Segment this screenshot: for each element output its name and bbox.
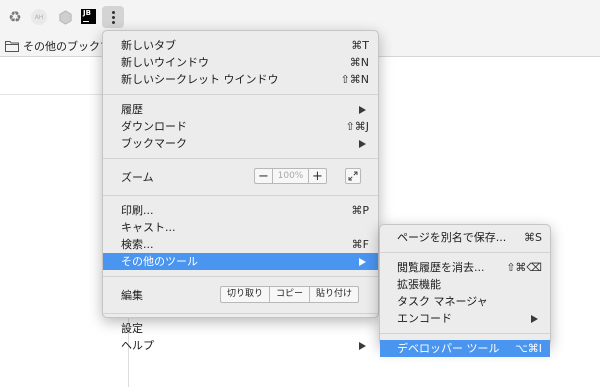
menu-item-label: 検索... (121, 238, 154, 251)
ah-extension-icon[interactable]: AH (31, 9, 47, 25)
menu-item-shortcut: ⇧⌘J (345, 120, 369, 133)
more-tools-submenu: ページを別名で保存... ⌘S 閲覧履歴を消去... ⇧⌘⌫ 拡張機能 タスク … (379, 224, 551, 357)
kebab-menu-icon[interactable] (102, 6, 124, 28)
menu-item-shortcut: ⌘S (524, 231, 542, 244)
menu-item-label: 拡張機能 (397, 278, 441, 291)
zoom-in-button[interactable]: + (309, 169, 326, 183)
menu-separator (380, 333, 550, 334)
menu-item-label: 印刷... (121, 204, 154, 217)
menu-item-shortcut: ⌘N (349, 56, 369, 69)
menu-item-label: 履歴 (121, 103, 143, 116)
menu-item-label: 新しいタブ (121, 39, 176, 52)
menu-separator (103, 158, 378, 159)
menu-item-label: タスク マネージャ (397, 295, 488, 308)
zoom-level: 100% (272, 169, 309, 183)
menu-item-history[interactable]: 履歴 (103, 101, 378, 118)
zoom-control: − 100% + (254, 168, 327, 184)
menu-item-shortcut: ⇧⌘⌫ (506, 261, 542, 274)
menu-item-label: 閲覧履歴を消去... (397, 261, 485, 274)
jetbrains-icon-bar (83, 21, 89, 22)
kebab-dot (111, 10, 115, 14)
menu-item-label: ダウンロード (121, 120, 187, 133)
submenu-arrow-icon (359, 342, 366, 350)
menu-item-print[interactable]: 印刷... ⌘P (103, 202, 378, 219)
menu-item-developer-tools[interactable]: デベロッパー ツール ⌥⌘I (380, 340, 550, 357)
submenu-arrow-icon (359, 106, 366, 114)
menu-item-downloads[interactable]: ダウンロード ⇧⌘J (103, 118, 378, 135)
menu-item-label: 編集 (121, 289, 143, 302)
menu-item-task-manager[interactable]: タスク マネージャ (380, 293, 550, 310)
menu-item-label: その他のツール (121, 255, 198, 268)
copy-button[interactable]: コピー (269, 287, 309, 302)
menu-item-shortcut: ⇧⌘N (340, 73, 369, 86)
menu-item-cast[interactable]: キャスト... (103, 219, 378, 236)
menu-item-more-tools[interactable]: その他のツール (103, 253, 378, 270)
jetbrains-icon-text: JB (83, 9, 91, 17)
menu-separator (103, 313, 378, 314)
menu-item-label: エンコード (397, 312, 452, 325)
menu-separator (103, 276, 378, 277)
menu-item-new-tab[interactable]: 新しいタブ ⌘T (103, 37, 378, 54)
zoom-out-button[interactable]: − (255, 169, 272, 183)
folder-icon (5, 41, 19, 52)
cut-button[interactable]: 切り取り (221, 287, 269, 302)
menu-item-new-window[interactable]: 新しいウインドウ ⌘N (103, 54, 378, 71)
menu-item-encoding[interactable]: エンコード (380, 310, 550, 327)
kebab-dot (111, 15, 115, 19)
menu-item-zoom: ズーム − 100% + (103, 165, 378, 189)
menu-item-shortcut: ⌘P (351, 204, 369, 217)
menu-item-shortcut: ⌘F (351, 238, 369, 251)
menu-item-label: ズーム (121, 171, 154, 184)
submenu-arrow-icon (359, 258, 366, 266)
menu-item-extensions[interactable]: 拡張機能 (380, 276, 550, 293)
menu-item-label: 新しいシークレット ウインドウ (121, 73, 279, 86)
menu-item-shortcut: ⌥⌘I (515, 342, 542, 355)
menu-item-label: キャスト... (121, 221, 176, 234)
recycle-icon[interactable]: ♻ (7, 8, 23, 26)
menu-item-shortcut: ⌘T (351, 39, 369, 52)
menu-item-label: ブックマーク (121, 137, 187, 150)
menu-item-clear-browsing-data[interactable]: 閲覧履歴を消去... ⇧⌘⌫ (380, 259, 550, 276)
jetbrains-icon[interactable]: JB (81, 9, 96, 24)
kebab-dot (111, 20, 115, 24)
chrome-main-menu: 新しいタブ ⌘T 新しいウインドウ ⌘N 新しいシークレット ウインドウ ⇧⌘N… (102, 30, 379, 352)
menu-item-help[interactable]: ヘルプ (103, 337, 378, 354)
menu-item-find[interactable]: 検索... ⌘F (103, 236, 378, 253)
menu-item-bookmarks[interactable]: ブックマーク (103, 135, 378, 152)
menu-item-label: デベロッパー ツール (397, 342, 500, 355)
menu-separator (380, 252, 550, 253)
hexagon-extension-icon[interactable] (57, 9, 73, 25)
submenu-arrow-icon (359, 140, 366, 148)
edit-button-group: 切り取り コピー 貼り付け (220, 286, 360, 303)
submenu-arrow-icon (531, 315, 538, 323)
browser-toolbar: ♻ AH JB (0, 0, 600, 34)
menu-separator (103, 195, 378, 196)
menu-item-label: ページを別名で保存... (397, 231, 507, 244)
menu-item-label: 設定 (121, 322, 143, 335)
menu-item-new-incognito[interactable]: 新しいシークレット ウインドウ ⇧⌘N (103, 71, 378, 88)
menu-item-label: 新しいウインドウ (121, 56, 209, 69)
menu-separator (103, 94, 378, 95)
menu-item-settings[interactable]: 設定 (103, 320, 378, 337)
menu-item-edit: 編集 切り取り コピー 貼り付け (103, 283, 378, 307)
menu-item-save-page-as[interactable]: ページを別名で保存... ⌘S (380, 229, 550, 246)
fullscreen-icon[interactable] (345, 168, 361, 184)
menu-item-label: ヘルプ (121, 339, 154, 352)
paste-button[interactable]: 貼り付け (309, 287, 358, 302)
